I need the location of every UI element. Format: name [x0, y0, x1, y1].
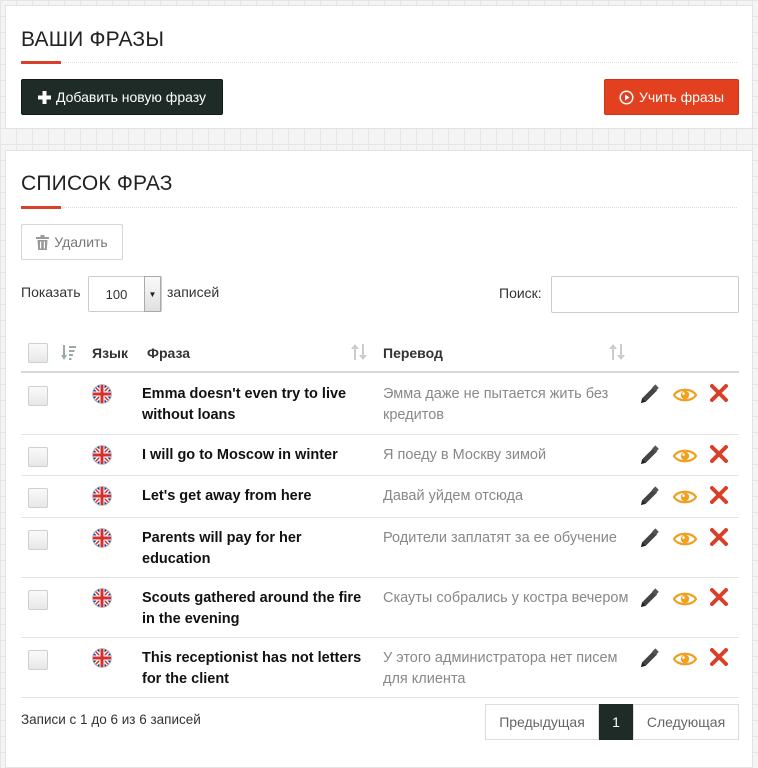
eye-icon[interactable] — [672, 588, 698, 610]
phrase-text: This receptionist has not letters for th… — [142, 650, 362, 687]
column-phrase[interactable]: Фраза — [147, 345, 190, 361]
search-label: Поиск: — [499, 285, 542, 301]
eye-icon[interactable] — [672, 528, 698, 550]
pencil-icon[interactable] — [638, 648, 660, 670]
table-row: I will go to Moscow in winter Я поеду в … — [21, 435, 739, 476]
your-phrases-panel: ВАШИ ФРАЗЫ Добавить новую фразу Учить фр… — [5, 5, 753, 129]
row-checkbox[interactable] — [28, 447, 48, 467]
table-row: Scouts gathered around the fire in the e… — [21, 578, 739, 638]
pencil-icon[interactable] — [638, 486, 660, 508]
table-row: Emma doesn't even try to live without lo… — [21, 374, 739, 435]
uk-flag-icon — [92, 486, 112, 506]
show-label: Показать — [21, 284, 81, 300]
delete-x-icon[interactable] — [710, 445, 732, 467]
page-size-value: 100 — [105, 286, 128, 302]
sort-both-icon[interactable] — [609, 344, 625, 363]
trash-icon — [36, 234, 50, 250]
list-title: СПИСОК ФРАЗ — [21, 172, 173, 195]
learn-phrases-label: Учить фразы — [638, 89, 725, 105]
search-input[interactable] — [551, 276, 739, 313]
phrase-text: Scouts gathered around the fire in the e… — [142, 590, 362, 627]
translation-text: Я поеду в Москву зимой — [383, 447, 547, 463]
add-phrase-label: Добавить новую фразу — [56, 89, 206, 105]
sort-both-icon[interactable] — [351, 344, 367, 363]
phrase-text: I will go to Moscow in winter — [142, 447, 338, 463]
row-checkbox[interactable] — [28, 590, 48, 610]
row-checkbox[interactable] — [28, 530, 48, 550]
uk-flag-icon — [92, 384, 112, 404]
uk-flag-icon — [92, 528, 112, 548]
eye-icon[interactable] — [672, 445, 698, 467]
column-translation[interactable]: Перевод — [383, 345, 443, 361]
page-1-button[interactable]: 1 — [599, 704, 633, 740]
page-size-select[interactable]: 100 ▼ — [88, 276, 162, 312]
table-header: Язык Фраза Перевод — [21, 333, 739, 373]
sort-desc-icon[interactable] — [61, 345, 77, 364]
row-checkbox[interactable] — [28, 488, 48, 508]
pencil-icon[interactable] — [638, 384, 660, 406]
eye-icon[interactable] — [672, 384, 698, 406]
title-accent — [21, 61, 61, 64]
title-divider — [21, 61, 737, 63]
phrase-text: Emma doesn't even try to live without lo… — [142, 386, 347, 423]
chevron-down-icon[interactable]: ▼ — [144, 276, 161, 312]
delete-selected-button[interactable]: Удалить — [21, 224, 123, 260]
records-label: записей — [167, 284, 220, 300]
next-page-button[interactable]: Следующая — [633, 704, 739, 740]
prev-page-button[interactable]: Предыдущая — [485, 704, 599, 740]
page-title: ВАШИ ФРАЗЫ — [21, 28, 165, 51]
select-all-checkbox[interactable] — [28, 343, 48, 363]
delete-x-icon[interactable] — [710, 528, 732, 550]
phrase-text: Let's get away from here — [142, 488, 312, 504]
uk-flag-icon — [92, 648, 112, 668]
table-row: Let's get away from here Давай уйдем отс… — [21, 476, 739, 518]
plus-icon — [38, 90, 51, 104]
delete-label: Удалить — [54, 234, 108, 250]
list-title-accent — [21, 206, 61, 209]
pencil-icon[interactable] — [638, 528, 660, 550]
row-checkbox[interactable] — [28, 650, 48, 670]
phrase-list-panel: СПИСОК ФРАЗ Удалить Показать 100 ▼ запис… — [5, 150, 753, 768]
eye-icon[interactable] — [672, 648, 698, 670]
play-circle-icon — [619, 89, 634, 105]
translation-text: Скауты собрались у костра вечером — [383, 590, 629, 606]
translation-text: Давай уйдем отсюда — [383, 488, 524, 504]
delete-x-icon[interactable] — [710, 588, 732, 610]
translation-text: Родители заплатят за ее обучение — [383, 530, 617, 546]
delete-x-icon[interactable] — [710, 384, 732, 406]
pencil-icon[interactable] — [638, 588, 660, 610]
row-checkbox[interactable] — [28, 386, 48, 406]
delete-x-icon[interactable] — [710, 486, 732, 508]
list-title-divider — [21, 206, 737, 208]
translation-text: У этого администратора нет писем для кли… — [383, 650, 618, 687]
pencil-icon[interactable] — [638, 445, 660, 467]
eye-icon[interactable] — [672, 486, 698, 508]
records-info: Записи с 1 до 6 из 6 записей — [21, 712, 201, 727]
uk-flag-icon — [92, 588, 112, 608]
delete-x-icon[interactable] — [710, 648, 732, 670]
uk-flag-icon — [92, 445, 112, 465]
learn-phrases-button[interactable]: Учить фразы — [604, 79, 739, 115]
table-row: This receptionist has not letters for th… — [21, 638, 739, 698]
phrase-text: Parents will pay for her education — [142, 530, 302, 567]
add-phrase-button[interactable]: Добавить новую фразу — [21, 79, 223, 115]
column-language[interactable]: Язык — [92, 345, 128, 361]
translation-text: Эмма даже не пытается жить без кредитов — [383, 386, 609, 423]
table-row: Parents will pay for her education Родит… — [21, 518, 739, 578]
